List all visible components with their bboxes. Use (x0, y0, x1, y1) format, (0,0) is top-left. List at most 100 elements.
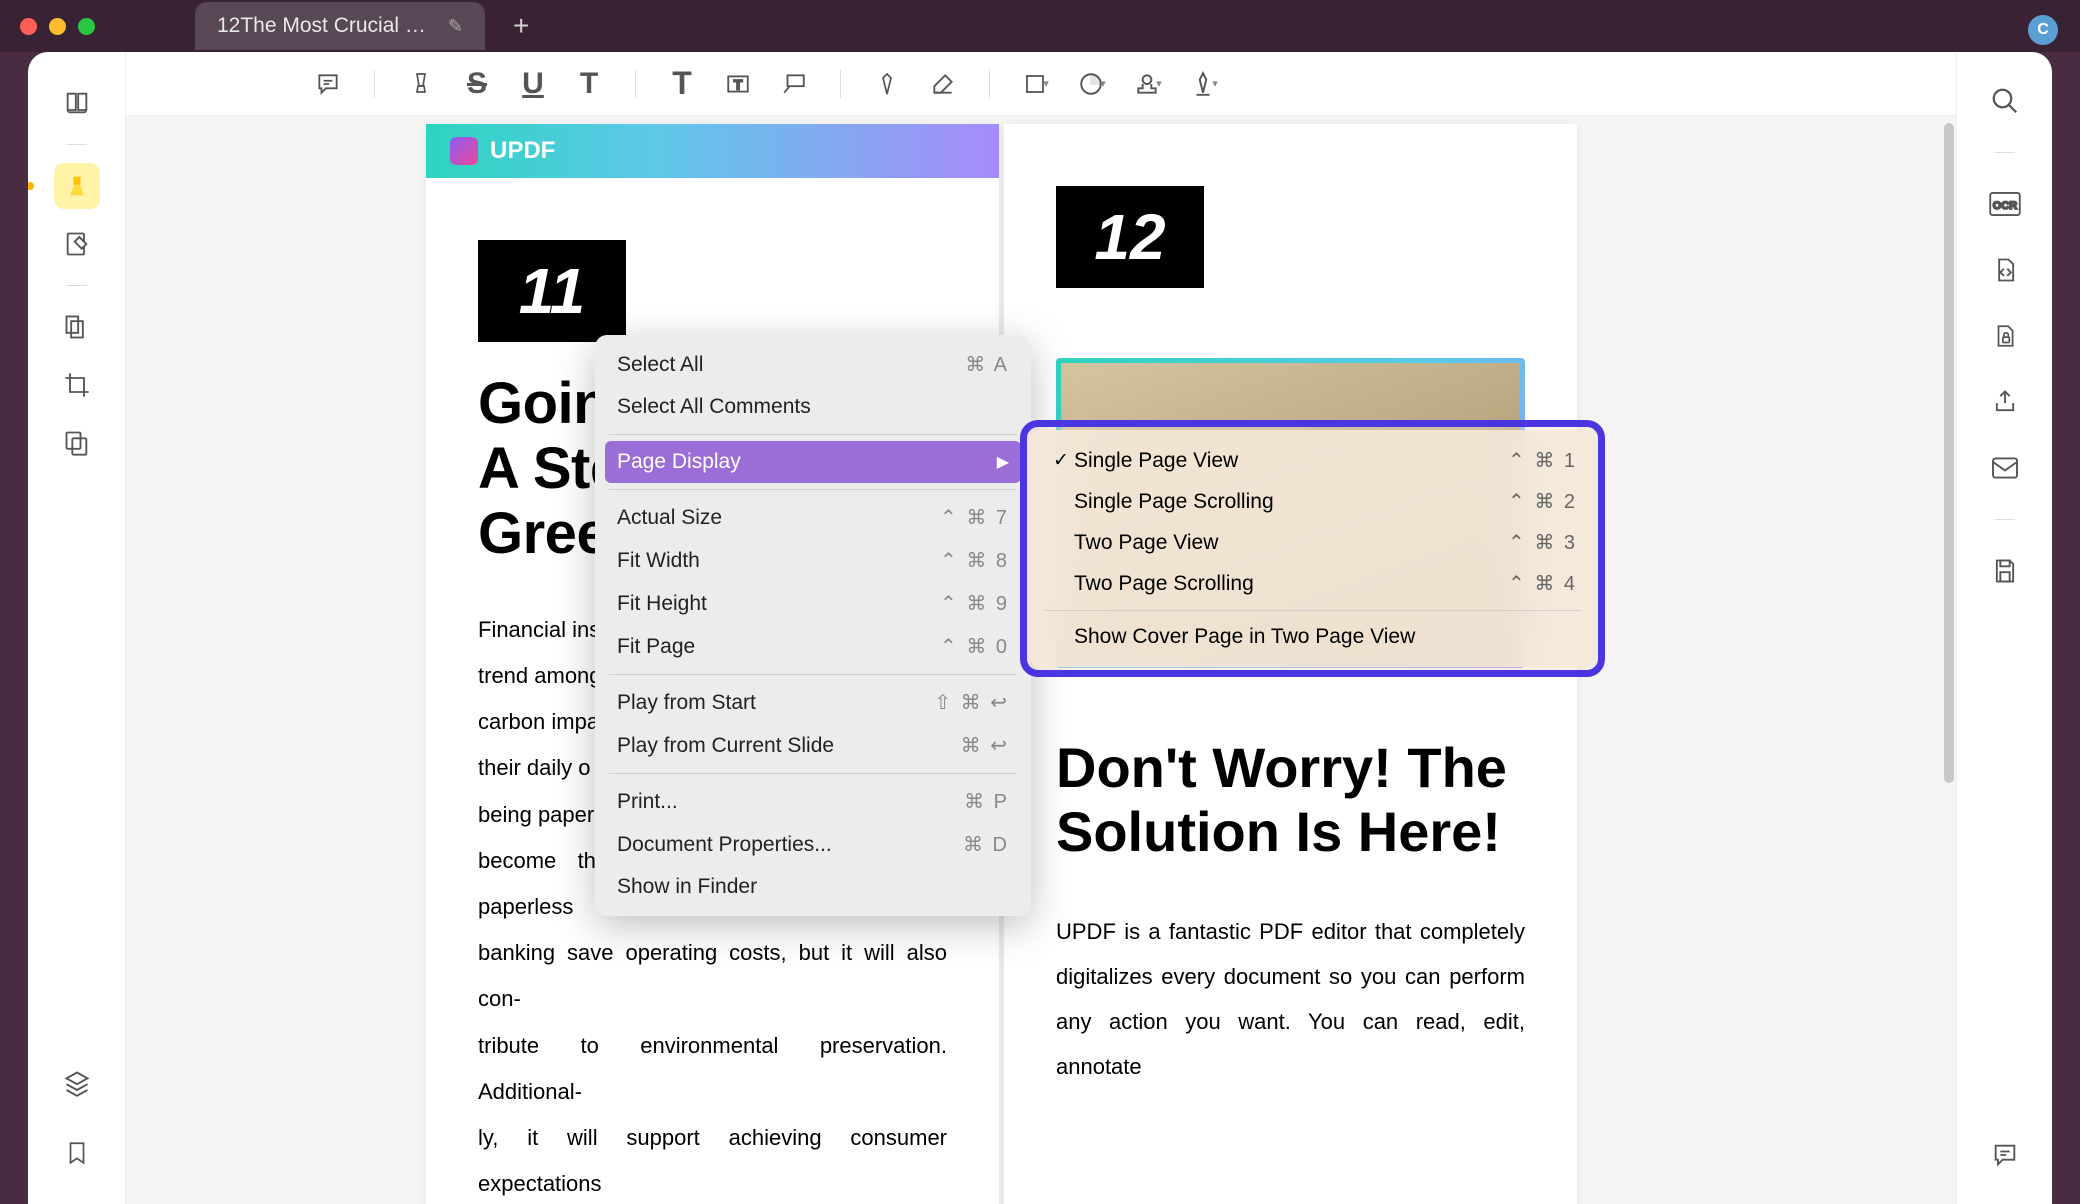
organize-mode-button[interactable] (54, 420, 100, 466)
scrollbar[interactable] (1944, 120, 1954, 1204)
squiggly-icon: T (580, 67, 598, 101)
bookmark-icon (64, 1138, 90, 1168)
page-number: 12 (1094, 200, 1165, 274)
sticker-tool[interactable]: ▾ (1068, 60, 1116, 108)
highlight-tool[interactable] (397, 60, 445, 108)
menu-fit-page[interactable]: Fit Page ⌃ ⌘ 0 (605, 625, 1021, 668)
eraser-tool[interactable] (919, 60, 967, 108)
pages-mode-button[interactable] (54, 304, 100, 350)
submenu-label: Single Page View (1074, 449, 1508, 473)
crop-mode-button[interactable] (54, 362, 100, 408)
divider (989, 70, 990, 98)
signature-tool[interactable]: ▾ (1180, 60, 1228, 108)
menu-label: Actual Size (617, 506, 722, 530)
stamp-tool[interactable]: ▾ (1124, 60, 1172, 108)
context-menu: Select All ⌘ A Select All Comments Page … (595, 335, 1031, 916)
menu-play-current-slide[interactable]: Play from Current Slide ⌘ ↩ (605, 724, 1021, 767)
menu-shortcut: ⌘ A (965, 352, 1009, 377)
menu-actual-size[interactable]: Actual Size ⌃ ⌘ 7 (605, 496, 1021, 539)
minimize-window-button[interactable] (49, 18, 66, 35)
highlighter-icon (63, 172, 91, 200)
menu-label: Show in Finder (617, 875, 757, 899)
menu-shortcut: ⌃ ⌘ 8 (940, 548, 1009, 573)
page-display-submenu: ✓ Single Page View ⌃ ⌘ 1 Single Page Scr… (1030, 430, 1595, 667)
menu-shortcut: ⌃ ⌘ 0 (940, 634, 1009, 659)
document-tab[interactable]: 12The Most Crucial Strateg ✎ (195, 2, 485, 50)
submenu-two-page-view[interactable]: Two Page View ⌃ ⌘ 3 (1040, 522, 1585, 563)
annotate-mode-button[interactable] (54, 163, 100, 209)
submenu-show-cover-two-page[interactable]: Show Cover Page in Two Page View (1040, 617, 1585, 657)
layers-icon (63, 1069, 91, 1097)
page-number-badge: 11 (478, 240, 626, 342)
close-window-button[interactable] (20, 18, 37, 35)
menu-fit-height[interactable]: Fit Height ⌃ ⌘ 9 (605, 582, 1021, 625)
menu-separator (609, 434, 1017, 435)
edit-page-icon (63, 230, 91, 258)
menu-print[interactable]: Print... ⌘ P (605, 780, 1021, 823)
squiggly-tool[interactable]: T (565, 60, 613, 108)
strikethrough-icon: S (467, 67, 487, 101)
divider (840, 70, 841, 98)
save-icon (1991, 557, 2019, 585)
pencil-tool[interactable] (863, 60, 911, 108)
protect-button[interactable] (1984, 315, 2026, 357)
menu-fit-width[interactable]: Fit Width ⌃ ⌘ 8 (605, 539, 1021, 582)
reader-mode-button[interactable] (54, 80, 100, 126)
comment-tool[interactable] (304, 60, 352, 108)
pencil-icon[interactable]: ✎ (448, 16, 463, 37)
book-icon (63, 89, 91, 117)
search-button[interactable] (1984, 80, 2026, 122)
scrollbar-thumb[interactable] (1944, 123, 1954, 783)
shape-tool[interactable]: ▾ (1012, 60, 1060, 108)
callout-tool[interactable] (770, 60, 818, 108)
comments-panel-button[interactable] (1984, 1134, 2026, 1176)
bookmark-button[interactable] (54, 1130, 100, 1176)
annotation-toolbar: S U T T T ▾ ▾ ▾ ▾ (126, 52, 1956, 116)
right-sidebar: OCR (1956, 52, 2052, 1204)
copy-icon (63, 429, 91, 457)
avatar[interactable]: C (2028, 15, 2058, 45)
convert-button[interactable] (1984, 249, 2026, 291)
strikethrough-tool[interactable]: S (453, 60, 501, 108)
submenu-two-page-scrolling[interactable]: Two Page Scrolling ⌃ ⌘ 4 (1040, 563, 1585, 604)
page-number: 11 (519, 254, 585, 328)
submenu-label: Show Cover Page in Two Page View (1074, 625, 1577, 649)
underline-tool[interactable]: U (509, 60, 557, 108)
menu-label: Fit Page (617, 635, 695, 659)
submenu-shortcut: ⌃ ⌘ 4 (1508, 571, 1577, 596)
share-icon (1991, 387, 2019, 417)
divider (1995, 519, 2015, 520)
chevron-down-icon: ▾ (1156, 77, 1162, 90)
maximize-window-button[interactable] (78, 18, 95, 35)
menu-label: Page Display (617, 450, 741, 474)
menu-select-all-comments[interactable]: Select All Comments (605, 386, 1021, 428)
callout-icon (780, 71, 808, 97)
crop-icon (63, 371, 91, 399)
share-button[interactable] (1984, 381, 2026, 423)
submenu-single-page-scrolling[interactable]: Single Page Scrolling ⌃ ⌘ 2 (1040, 481, 1585, 522)
save-button[interactable] (1984, 550, 2026, 592)
menu-select-all[interactable]: Select All ⌘ A (605, 343, 1021, 386)
menu-play-from-start[interactable]: Play from Start ⇧ ⌘ ↩ (605, 681, 1021, 724)
edit-mode-button[interactable] (54, 221, 100, 267)
menu-label: Fit Width (617, 549, 700, 573)
textbox-tool[interactable]: T (714, 60, 762, 108)
menu-page-display[interactable]: Page Display ▶ (605, 441, 1021, 483)
submenu-label: Single Page Scrolling (1074, 490, 1508, 514)
divider (374, 70, 375, 98)
pen-icon (875, 70, 899, 98)
mail-icon (1990, 456, 2020, 480)
layers-button[interactable] (54, 1060, 100, 1106)
menu-shortcut: ⌃ ⌘ 7 (940, 505, 1009, 530)
menu-shortcut: ⌘ ↩ (961, 733, 1009, 758)
text-tool[interactable]: T (658, 60, 706, 108)
email-button[interactable] (1984, 447, 2026, 489)
svg-text:OCR: OCR (1992, 200, 2017, 212)
chevron-right-icon: ▶ (997, 452, 1009, 472)
ocr-button[interactable]: OCR (1984, 183, 2026, 225)
menu-document-properties[interactable]: Document Properties... ⌘ D (605, 823, 1021, 866)
new-tab-button[interactable]: + (503, 10, 539, 42)
page-display-submenu-highlight: ✓ Single Page View ⌃ ⌘ 1 Single Page Scr… (1020, 420, 1605, 677)
menu-show-in-finder[interactable]: Show in Finder (605, 866, 1021, 908)
submenu-single-page-view[interactable]: ✓ Single Page View ⌃ ⌘ 1 (1040, 440, 1585, 481)
